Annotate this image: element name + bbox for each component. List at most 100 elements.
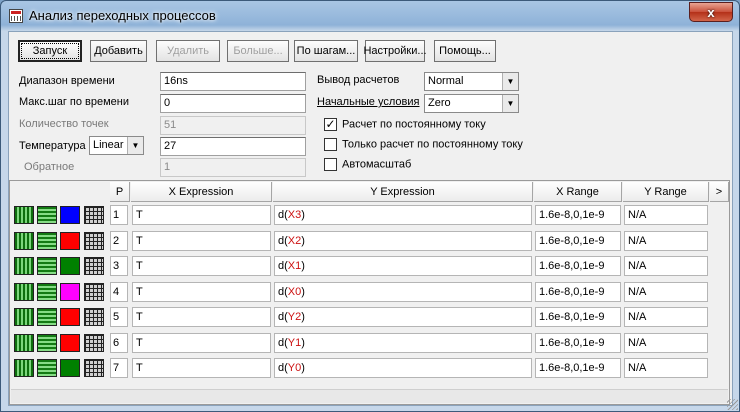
autoscale-checkbox[interactable]: Автомасштаб	[324, 158, 411, 171]
chevron-down-icon[interactable]: ▼	[502, 73, 518, 90]
dc-checkbox[interactable]: ✓ Расчет по постоянному току	[324, 118, 486, 131]
y-range-cell[interactable]: N/A	[624, 307, 708, 327]
table-row: 7 T d(Y0) 1.6e-8,0,1e-9 N/A	[10, 356, 729, 380]
header-more[interactable]: >	[710, 182, 729, 202]
checkmark-icon[interactable]: ✓	[324, 118, 337, 131]
step-button[interactable]: По шагам...	[294, 40, 358, 62]
y-expression-cell[interactable]: d(Y1)	[274, 332, 532, 353]
x-expression-cell[interactable]: T	[132, 205, 271, 225]
grid-icon[interactable]	[84, 231, 104, 250]
grid-icon[interactable]	[84, 206, 104, 224]
resize-grip-icon[interactable]	[727, 399, 738, 410]
y-expression-cell[interactable]: d(X2)	[274, 230, 532, 251]
horizontal-scrollbar[interactable]	[11, 389, 728, 403]
y-expression-cell[interactable]: d(X3)	[274, 205, 532, 225]
waveform-icon[interactable]	[14, 308, 34, 326]
y-expression-cell[interactable]: d(X0)	[274, 281, 532, 302]
output-value: Normal	[428, 75, 464, 87]
y-node: X1	[287, 260, 302, 272]
temperature-mode-select[interactable]: Linear ▼	[89, 136, 144, 155]
waveform-icon[interactable]	[14, 333, 34, 352]
delete-button[interactable]: Удалить	[156, 40, 220, 62]
y-range-cell[interactable]: N/A	[624, 256, 708, 276]
grid-icon[interactable]	[84, 282, 104, 301]
x-range-cell[interactable]: 1.6e-8,0,1e-9	[535, 205, 621, 225]
y-range-cell[interactable]: N/A	[624, 230, 708, 251]
color-swatch[interactable]	[60, 282, 80, 301]
x-expression-cell[interactable]: T	[132, 307, 271, 327]
color-swatch[interactable]	[60, 231, 80, 250]
waveform-icon[interactable]	[14, 282, 34, 301]
line-style-icon[interactable]	[37, 282, 57, 301]
x-expression-cell[interactable]: T	[132, 281, 271, 302]
y-range-cell[interactable]: N/A	[624, 358, 708, 378]
color-swatch[interactable]	[60, 333, 80, 352]
color-swatch[interactable]	[60, 308, 80, 326]
time-range-input[interactable]: 16ns	[160, 72, 306, 91]
y-range-cell[interactable]: N/A	[624, 332, 708, 353]
grid-icon[interactable]	[84, 308, 104, 326]
dc-only-box[interactable]	[324, 138, 337, 151]
close-button[interactable]: x	[689, 2, 733, 22]
color-swatch[interactable]	[60, 359, 80, 377]
x-range-cell[interactable]: 1.6e-8,0,1e-9	[535, 281, 621, 302]
color-swatch[interactable]	[60, 206, 80, 224]
inverse-input[interactable]: 1	[160, 158, 306, 177]
initial-select[interactable]: Zero ▼	[424, 94, 519, 113]
waveform-icon[interactable]	[14, 206, 34, 224]
x-expression-cell[interactable]: T	[132, 358, 271, 378]
chevron-down-icon[interactable]: ▼	[127, 137, 143, 154]
grid-icon[interactable]	[84, 333, 104, 352]
line-style-icon[interactable]	[37, 257, 57, 275]
y-suffix: )	[301, 285, 305, 298]
x-range-cell[interactable]: 1.6e-8,0,1e-9	[535, 230, 621, 251]
x-range-cell[interactable]: 1.6e-8,0,1e-9	[535, 307, 621, 327]
header-y-range[interactable]: Y Range	[623, 182, 709, 202]
x-expression-cell[interactable]: T	[132, 230, 271, 251]
help-button[interactable]: Помощь...	[434, 40, 496, 62]
header-y-expression[interactable]: Y Expression	[273, 182, 533, 202]
header-x-expression[interactable]: X Expression	[131, 182, 272, 202]
max-step-input[interactable]: 0	[160, 94, 306, 113]
line-style-icon[interactable]	[37, 359, 57, 377]
y-expression-cell[interactable]: d(X1)	[274, 256, 532, 276]
x-expression-cell[interactable]: T	[132, 256, 271, 276]
settings-button[interactable]: Настройки...	[363, 40, 427, 62]
header-p[interactable]: P	[110, 182, 130, 202]
inverse-label: Обратное	[24, 161, 75, 173]
y-expression-cell[interactable]: d(Y0)	[274, 358, 532, 378]
dc-only-checkbox[interactable]: Только расчет по постоянному току	[324, 138, 523, 151]
more-button[interactable]: Больше...	[227, 40, 289, 62]
line-style-icon[interactable]	[37, 333, 57, 352]
run-button[interactable]: Запуск	[18, 40, 82, 62]
max-step-label: Макс.шаг по времени	[19, 96, 130, 108]
header-x-range[interactable]: X Range	[534, 182, 622, 202]
line-style-icon[interactable]	[37, 206, 57, 224]
chevron-down-icon[interactable]: ▼	[502, 95, 518, 112]
waveform-icon[interactable]	[14, 257, 34, 275]
title-bar[interactable]: Анализ переходных процессов x	[1, 1, 739, 31]
y-suffix: )	[301, 209, 305, 221]
output-select[interactable]: Normal ▼	[424, 72, 519, 91]
x-range-cell[interactable]: 1.6e-8,0,1e-9	[535, 256, 621, 276]
waveform-icon[interactable]	[14, 231, 34, 250]
row-number: 4	[110, 281, 128, 302]
x-range-cell[interactable]: 1.6e-8,0,1e-9	[535, 358, 621, 378]
line-style-icon[interactable]	[37, 308, 57, 326]
y-range-cell[interactable]: N/A	[624, 281, 708, 302]
grid-icon[interactable]	[84, 359, 104, 377]
table-row: 3 T d(X1) 1.6e-8,0,1e-9 N/A	[10, 254, 729, 278]
grid-icon[interactable]	[84, 257, 104, 275]
add-button[interactable]: Добавить	[90, 40, 147, 62]
color-swatch[interactable]	[60, 257, 80, 275]
line-style-icon[interactable]	[37, 231, 57, 250]
autoscale-box[interactable]	[324, 158, 337, 171]
x-expression-cell[interactable]: T	[132, 332, 271, 353]
y-expression-cell[interactable]: d(Y2)	[274, 307, 532, 327]
points-input[interactable]: 51	[160, 116, 306, 135]
y-range-cell[interactable]: N/A	[624, 205, 708, 225]
waveform-icon[interactable]	[14, 359, 34, 377]
points-label: Количество точек	[19, 118, 109, 130]
temperature-input[interactable]: 27	[160, 137, 306, 156]
x-range-cell[interactable]: 1.6e-8,0,1e-9	[535, 332, 621, 353]
